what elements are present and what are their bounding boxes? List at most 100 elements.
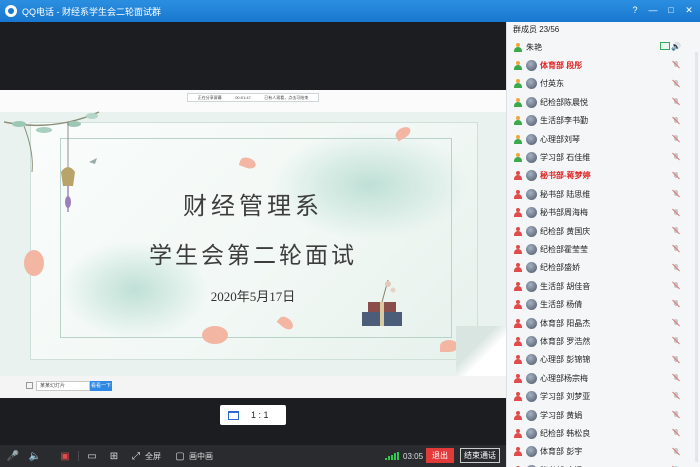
avatar[interactable] bbox=[526, 427, 537, 439]
avatar[interactable] bbox=[526, 225, 537, 237]
member-row[interactable]: 秘书部 唐媛 bbox=[507, 461, 700, 467]
member-row[interactable]: 心理部杨宗梅 bbox=[507, 369, 700, 387]
avatar[interactable] bbox=[526, 170, 537, 182]
ratio-toggle-button[interactable]: 1 : 1 bbox=[220, 405, 286, 425]
member-row[interactable]: 纪检部 韩松良 bbox=[507, 424, 700, 442]
member-list[interactable]: 朱艳 🔊 体育部 段彤 付英东 纪检部陈晨悦 生活部李书勤 心理部刘琴 学习部 石佳维 秘书部-… bbox=[507, 38, 700, 467]
avatar[interactable] bbox=[526, 115, 537, 127]
member-scrollbar[interactable] bbox=[695, 52, 698, 462]
avatar[interactable] bbox=[526, 207, 537, 219]
close-button[interactable]: ✕ bbox=[682, 3, 696, 17]
avatar[interactable] bbox=[526, 188, 537, 200]
mic-muted-icon[interactable] bbox=[672, 300, 680, 309]
member-row[interactable]: 生活部李书勤 bbox=[507, 112, 700, 130]
camera-off-icon[interactable]: ▣ bbox=[58, 449, 72, 463]
member-role-icon bbox=[513, 244, 523, 254]
member-row[interactable]: 纪检部霍莹莹 bbox=[507, 240, 700, 258]
avatar[interactable] bbox=[526, 262, 537, 274]
member-row[interactable]: 朱艳 🔊 bbox=[507, 38, 700, 56]
maximize-button[interactable]: □ bbox=[664, 3, 678, 17]
member-row[interactable]: 体育部 段彤 bbox=[507, 56, 700, 74]
mic-muted-icon[interactable] bbox=[672, 355, 680, 365]
share-screen-icon[interactable]: ▭ bbox=[85, 449, 99, 463]
member-row[interactable]: 体育部 阳晶杰 bbox=[507, 314, 700, 332]
member-row[interactable]: 学习部 刘梦亚 bbox=[507, 387, 700, 405]
speaker-icon[interactable]: 🔈 bbox=[28, 449, 42, 463]
fullscreen-icon[interactable]: ⤢ bbox=[129, 449, 143, 463]
end-call-button[interactable]: 结束通话 bbox=[460, 448, 500, 463]
member-row[interactable]: 体育部 彭宇 bbox=[507, 443, 700, 461]
mic-muted-icon[interactable] bbox=[672, 374, 680, 383]
member-row[interactable]: 生活部 胡佳音 bbox=[507, 277, 700, 295]
mic-muted-icon[interactable] bbox=[672, 98, 680, 107]
mic-muted-icon[interactable] bbox=[672, 153, 680, 162]
avatar[interactable] bbox=[526, 78, 537, 90]
avatar[interactable] bbox=[526, 409, 537, 421]
mic-muted-icon[interactable] bbox=[672, 337, 680, 346]
avatar[interactable] bbox=[526, 152, 537, 164]
avatar[interactable] bbox=[526, 96, 537, 108]
screen-share-area[interactable]: 正在分享屏幕 00:01:47 已有人观看，点击可结束 财经管理系 学生会第二轮… bbox=[0, 22, 506, 445]
help-button[interactable]: ? bbox=[628, 3, 642, 17]
mic-muted-icon[interactable] bbox=[672, 429, 680, 438]
mic-muted-icon[interactable] bbox=[672, 116, 680, 126]
mic-muted-icon[interactable] bbox=[672, 392, 680, 401]
present-icon[interactable]: ⊞ bbox=[107, 449, 121, 463]
mic-muted-icon[interactable]: 🎤 bbox=[6, 449, 20, 463]
mic-muted-icon[interactable] bbox=[672, 190, 680, 199]
member-row[interactable]: 付英东 bbox=[507, 75, 700, 93]
fullscreen-button[interactable]: 全屏 bbox=[145, 451, 161, 462]
avatar[interactable] bbox=[526, 133, 537, 145]
page-go-button[interactable]: 看看一下 bbox=[90, 381, 112, 391]
avatar[interactable] bbox=[526, 335, 537, 347]
member-row[interactable]: 秘书部周海梅 bbox=[507, 204, 700, 222]
member-role-icon bbox=[513, 134, 523, 144]
member-row[interactable]: 生活部 杨倩 bbox=[507, 295, 700, 313]
avatar[interactable] bbox=[526, 243, 537, 255]
mic-muted-icon[interactable] bbox=[672, 226, 680, 236]
title-bar[interactable]: QQ电话 - 财经系学生会二轮面试群 ? — □ ✕ bbox=[0, 0, 700, 22]
member-row[interactable]: 纪检部 黄国庆 bbox=[507, 222, 700, 240]
pip-icon[interactable]: ▢ bbox=[173, 449, 187, 463]
mic-muted-icon[interactable] bbox=[672, 245, 680, 254]
mic-muted-icon[interactable] bbox=[672, 79, 680, 89]
avatar[interactable] bbox=[526, 354, 537, 366]
member-count-header: 群成员 23/56 bbox=[507, 22, 700, 38]
avatar[interactable] bbox=[526, 317, 537, 329]
member-row[interactable]: 学习部 黄娟 bbox=[507, 406, 700, 424]
member-name: 体育部 罗浩然 bbox=[540, 336, 591, 346]
avatar[interactable] bbox=[526, 446, 537, 458]
mic-muted-icon[interactable] bbox=[672, 61, 680, 70]
member-role-icon bbox=[513, 153, 523, 163]
mic-muted-icon[interactable] bbox=[672, 447, 680, 457]
member-row[interactable]: 体育部 罗浩然 bbox=[507, 332, 700, 350]
mic-muted-icon[interactable] bbox=[672, 318, 680, 328]
member-role-icon bbox=[513, 42, 523, 52]
member-row[interactable]: 学习部 石佳维 bbox=[507, 148, 700, 166]
page-input[interactable]: 某某幻灯片 bbox=[36, 381, 90, 391]
mic-muted-icon[interactable] bbox=[672, 263, 680, 273]
pip-button[interactable]: 画中画 bbox=[189, 451, 213, 462]
avatar[interactable] bbox=[526, 299, 537, 311]
avatar[interactable] bbox=[526, 372, 537, 384]
member-row[interactable]: 纪检部陈晨悦 bbox=[507, 93, 700, 111]
mic-muted-icon[interactable] bbox=[672, 134, 680, 144]
fit-icon[interactable] bbox=[26, 382, 33, 389]
exit-button[interactable]: 退出 bbox=[426, 448, 454, 463]
avatar[interactable] bbox=[526, 280, 537, 292]
qq-call-logo-icon bbox=[5, 5, 17, 17]
mic-muted-icon[interactable] bbox=[672, 208, 680, 218]
member-row[interactable]: 心理部 彭锦锦 bbox=[507, 351, 700, 369]
ratio-label: 1 : 1 bbox=[251, 410, 269, 420]
avatar[interactable] bbox=[526, 391, 537, 403]
member-row[interactable]: 秘书部-蒋梦婷 bbox=[507, 167, 700, 185]
mic-muted-icon[interactable] bbox=[672, 410, 680, 420]
mic-muted-icon[interactable] bbox=[672, 282, 680, 291]
member-row[interactable]: 心理部刘琴 bbox=[507, 130, 700, 148]
minimize-button[interactable]: — bbox=[646, 3, 660, 17]
screen-sharing-icon bbox=[660, 42, 670, 50]
mic-muted-icon[interactable] bbox=[672, 171, 680, 181]
avatar[interactable] bbox=[526, 60, 537, 72]
member-row[interactable]: 纪检部盛娇 bbox=[507, 259, 700, 277]
member-row[interactable]: 秘书部 陆思维 bbox=[507, 185, 700, 203]
